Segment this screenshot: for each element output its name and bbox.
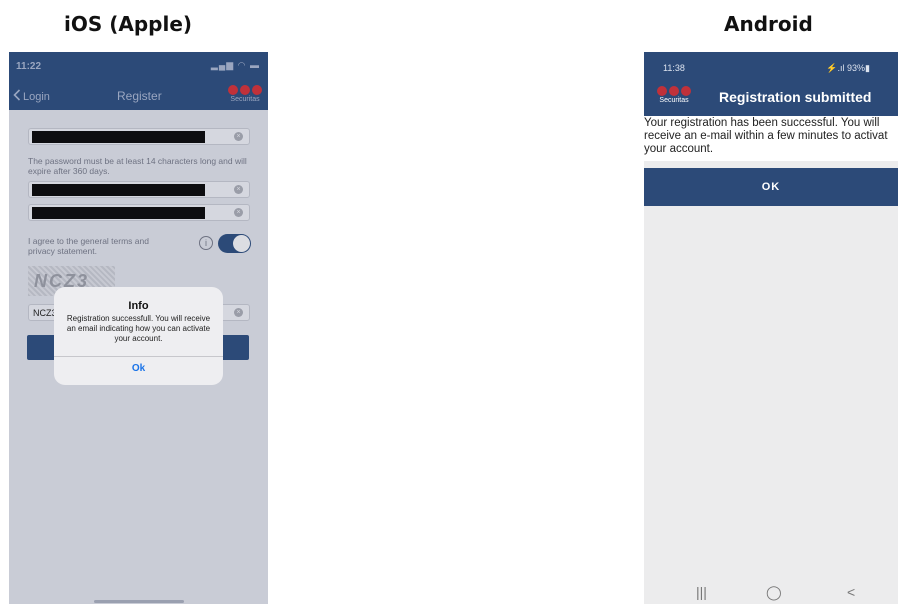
ios-nav-bar: Login Register Securitas (9, 82, 268, 110)
redacted-value (32, 207, 205, 219)
status-icons: ⚡.ıl 93%▮ (826, 63, 870, 73)
home-indicator (94, 600, 184, 603)
password-hint: The password must be at least 14 charact… (28, 156, 247, 176)
ios-status-bar: 11:22 ▂▄▆ ◠ ▬ (9, 52, 268, 82)
chevron-left-icon (13, 89, 21, 104)
alert-message: Registration successfull. You will recei… (66, 314, 211, 343)
home-icon[interactable]: ◯ (766, 584, 782, 601)
android-phone-screen: 11:38 ⚡.ıl 93%▮ Securitas Registration s… (644, 52, 898, 604)
securitas-logo: Securitas (228, 85, 262, 103)
ok-button[interactable]: OK (644, 168, 898, 206)
back-icon[interactable]: < (847, 584, 855, 600)
terms-label: I agree to the general terms and privacy… (28, 236, 149, 256)
clear-icon[interactable]: × (234, 208, 243, 217)
system-nav-bar: ||| ◯ < (644, 578, 898, 604)
back-label: Login (23, 90, 50, 103)
info-alert-dialog: Info Registration successfull. You will … (54, 287, 223, 385)
message-line: Your registration has been successful. Y… (644, 117, 880, 129)
overflow-menu-icon[interactable]: ⋮ (893, 89, 898, 106)
password-field[interactable]: × (28, 181, 250, 198)
captcha-input-value: NCZ3 (33, 308, 57, 318)
status-time: 11:38 (663, 63, 685, 73)
logo-dots-icon (228, 85, 262, 95)
logo-label: Securitas (659, 97, 689, 104)
logo-dots-icon (657, 86, 691, 96)
redacted-value (32, 184, 205, 196)
toggle-knob (233, 235, 250, 252)
securitas-logo: Securitas (657, 86, 691, 104)
redacted-value (32, 131, 205, 143)
page-title: Register (117, 89, 162, 103)
status-time: 11:22 (16, 61, 42, 72)
clear-icon[interactable]: × (234, 308, 243, 317)
message-line: your account. (644, 143, 714, 155)
ios-heading: iOS (Apple) (64, 12, 193, 36)
ios-phone-screen: 11:22 ▂▄▆ ◠ ▬ Login Register Securitas ×… (9, 52, 268, 604)
recents-icon[interactable]: ||| (696, 584, 707, 600)
terms-toggle[interactable] (218, 234, 251, 253)
logo-label: Securitas (230, 96, 260, 103)
info-icon[interactable]: i (199, 236, 213, 250)
status-icons: ▂▄▆ ◠ ▬ (210, 60, 260, 70)
android-app-bar: 11:38 ⚡.ıl 93%▮ Securitas Registration s… (644, 52, 898, 116)
alert-ok-button[interactable]: Ok (54, 363, 223, 374)
back-button[interactable]: Login (13, 89, 50, 104)
page-title: Registration submitted (719, 89, 872, 105)
alert-divider (54, 356, 223, 357)
confirm-password-field[interactable]: × (28, 204, 250, 221)
username-field[interactable]: × (28, 128, 250, 145)
alert-title: Info (128, 300, 149, 312)
clear-icon[interactable]: × (234, 185, 243, 194)
message-line: receive an e-mail within a few minutes t… (644, 130, 888, 142)
android-heading: Android (724, 12, 813, 36)
clear-icon[interactable]: × (234, 132, 243, 141)
success-message: Your registration has been successful. Y… (644, 116, 898, 161)
